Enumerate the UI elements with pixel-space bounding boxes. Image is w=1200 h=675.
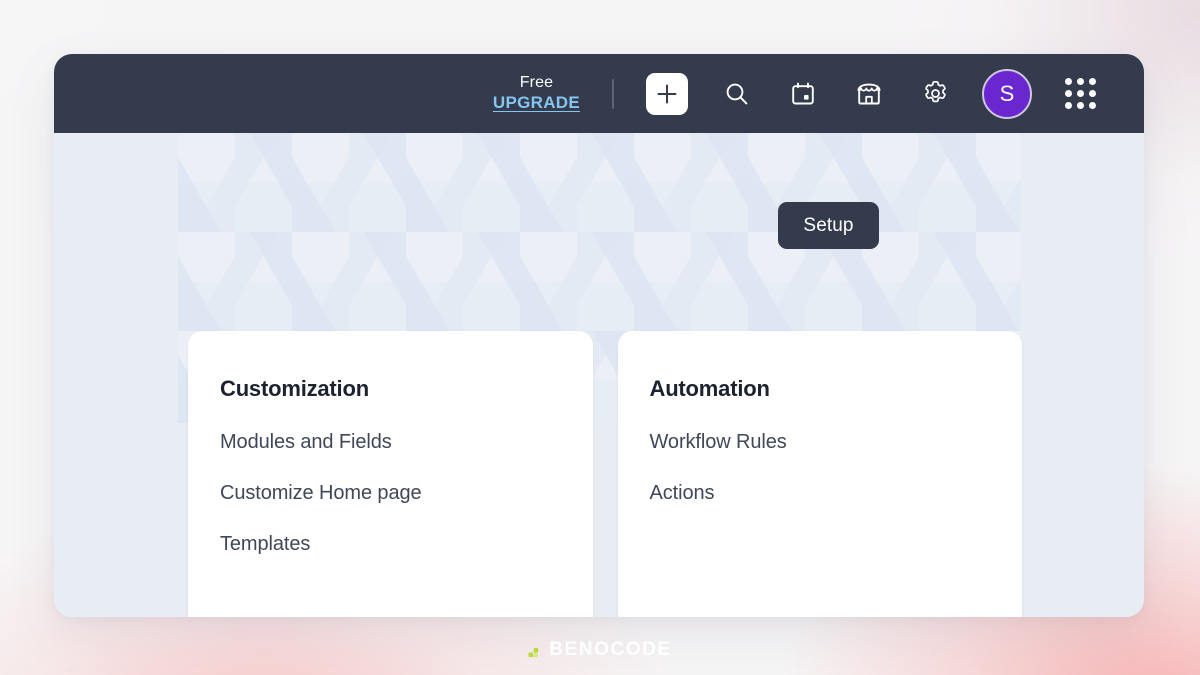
customization-card: Customization Modules and Fields Customi… <box>188 331 593 617</box>
grid-dot <box>1088 78 1096 85</box>
card-title: Customization <box>220 376 369 401</box>
setup-gear-button[interactable] <box>912 71 958 117</box>
link-modules-and-fields[interactable]: Modules and Fields <box>220 431 593 454</box>
marketplace-button[interactable] <box>846 71 892 117</box>
topbar-divider <box>612 78 614 109</box>
avatar-initial: S <box>999 80 1015 106</box>
grid-dot <box>1088 102 1096 109</box>
grid-dot <box>1064 102 1072 109</box>
search-button[interactable] <box>714 71 760 117</box>
page-canvas: Free UPGRADE S Setup Customization Modul… <box>0 0 1200 675</box>
setup-tooltip-label: Setup <box>803 214 854 236</box>
calendar-button[interactable] <box>780 71 826 117</box>
content-area: Setup Customization Modules and Fields C… <box>54 133 1144 617</box>
grid-dot <box>1076 102 1084 109</box>
link-workflow-rules[interactable]: Workflow Rules <box>650 431 1023 454</box>
avatar[interactable]: S <box>982 68 1032 119</box>
calendar-icon <box>792 82 814 104</box>
grid-dot <box>1064 78 1072 85</box>
search-icon <box>726 83 748 104</box>
benocode-logo-text: BENOCODE <box>549 639 672 660</box>
marketplace-icon <box>857 83 881 104</box>
benocode-logo-mark <box>528 648 539 658</box>
footer-brand: BENOCODE <box>0 639 1200 661</box>
upgrade-link[interactable]: UPGRADE <box>493 93 580 113</box>
grid-dot <box>1076 78 1084 85</box>
setup-cards: Customization Modules and Fields Customi… <box>188 331 1022 617</box>
link-customize-home-page[interactable]: Customize Home page <box>220 482 593 505</box>
top-navigation-bar: Free UPGRADE S <box>54 54 1144 133</box>
app-window: Free UPGRADE S Setup Customization Modul… <box>54 54 1144 617</box>
topbar-right-group: Free UPGRADE S <box>493 54 1144 133</box>
gear-icon <box>924 80 946 103</box>
card-title: Automation <box>649 376 770 401</box>
grid-dot <box>1076 90 1084 97</box>
apps-grid-icon[interactable] <box>1058 72 1102 116</box>
grid-dot <box>1088 90 1096 97</box>
add-button[interactable] <box>646 72 688 115</box>
setup-tooltip: Setup <box>778 202 879 249</box>
link-actions[interactable]: Actions <box>650 482 1023 505</box>
plan-label: Free <box>519 74 554 92</box>
plan-upgrade-block[interactable]: Free UPGRADE <box>493 74 580 113</box>
automation-card: Automation Workflow Rules Actions <box>617 331 1023 617</box>
link-templates[interactable]: Templates <box>220 533 593 556</box>
add-icon <box>657 84 677 103</box>
grid-dot <box>1064 90 1072 97</box>
